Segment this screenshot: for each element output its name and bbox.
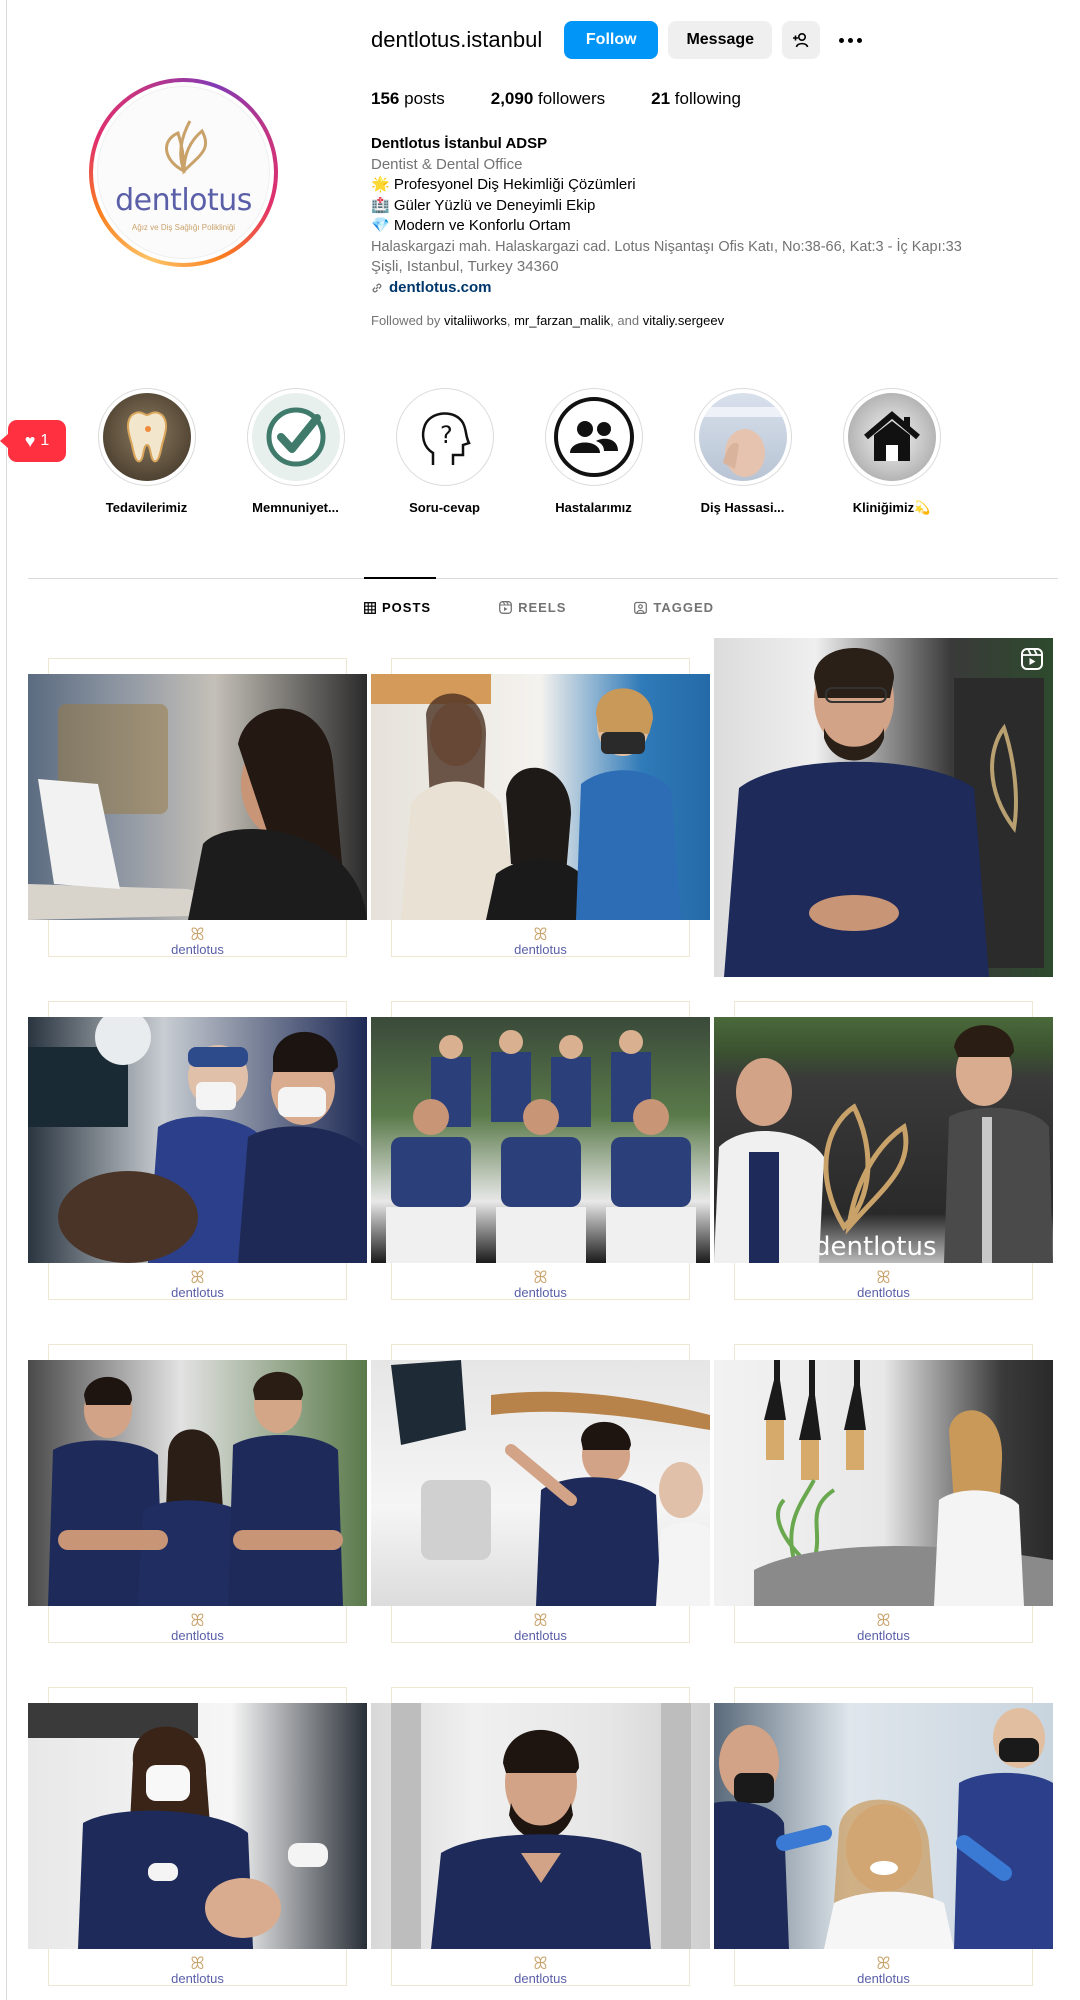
highlight-label: Memnuniyet... (252, 500, 339, 515)
more-options-icon[interactable] (830, 21, 870, 59)
lotus-leaf-icon (165, 120, 208, 175)
active-tab-indicator (364, 577, 436, 579)
post-tile[interactable]: ꕤ dentlotus (28, 1324, 367, 1663)
post-photo (28, 674, 367, 920)
story-highlights: Tedavilerimiz Memnuniyet... ? Soru-cevap… (72, 388, 966, 516)
post-logo: ꕤ dentlotus (514, 925, 567, 957)
checkmark-icon (251, 393, 340, 481)
bio-link[interactable]: dentlotus.com (371, 278, 1051, 299)
post-photo (371, 1017, 710, 1263)
following-stat[interactable]: 21 following (651, 89, 741, 109)
avatar-brand-text: dentlotus (115, 183, 252, 218)
avatar-logo: dentlotus Ağız ve Diş Sağlığı Polikliniğ… (97, 86, 270, 259)
add-person-icon (793, 32, 809, 48)
profile-avatar[interactable]: dentlotus Ağız ve Diş Sağlığı Polikliniğ… (89, 78, 278, 267)
post-photo (714, 638, 1053, 977)
suggested-users-button[interactable] (782, 21, 821, 59)
post-photo (28, 1009, 367, 1263)
post-tile[interactable]: ꕤ dentlotus (714, 1324, 1053, 1663)
question-head-icon: ? (400, 393, 489, 481)
avatar-subtitle: Ağız ve Diş Sağlığı Polikliniği (131, 223, 236, 232)
reels-icon (499, 601, 513, 614)
post-tile[interactable]: ꕤ dentlotus (371, 1667, 710, 2000)
highlight-label: Diş Hassasi... (700, 500, 785, 515)
tab-tagged[interactable]: TAGGED (634, 600, 714, 615)
post-logo: ꕤ dentlotus (857, 1611, 910, 1643)
post-logo: ꕤ dentlotus (514, 1954, 567, 1986)
highlight-hastalarimiz[interactable]: Hastalarımız (519, 388, 668, 516)
profile-stats: 156 posts 2,090 followers 21 following (371, 89, 787, 109)
post-logo: ꕤ dentlotus (514, 1268, 567, 1300)
post-logo: ꕤ dentlotus (171, 1268, 224, 1300)
heart-icon: ♥ (24, 430, 36, 451)
post-photo (371, 674, 710, 920)
post-photo (371, 1703, 710, 1949)
link-icon (372, 283, 382, 293)
profile-header: dentlotus Ağız ve Diş Sağlığı Polikliniğ… (0, 0, 1080, 370)
post-photo: dentlotus (714, 1017, 1053, 1263)
highlight-klinigimiz[interactable]: Kliniğimiz💫 (817, 388, 966, 516)
highlight-label: Hastalarımız (555, 500, 632, 515)
profile-actions: dentlotus.istanbul Follow Message (371, 20, 870, 60)
post-tile[interactable]: ꕤ dentlotus (714, 1667, 1053, 2000)
tagged-icon (634, 601, 648, 614)
followed-by[interactable]: Followed by vitaliiworks, mr_farzan_mali… (371, 313, 724, 328)
posts-stat: 156 posts (371, 89, 445, 108)
bio-line: 🌟 Profesyonel Diş Hekimliği Çözümleri (371, 176, 636, 193)
bio-address-city: Şişli, Istanbul, Turkey 34360 (371, 258, 559, 275)
follow-button[interactable]: Follow (564, 21, 659, 59)
profile-bio: Dentlotus İstanbul ADSP Dentist & Dental… (371, 134, 1051, 298)
post-logo: ꕤ dentlotus (857, 1954, 910, 1986)
bio-line: 🏥 Güler Yüzlü ve Deneyimli Ekip (371, 196, 596, 214)
highlight-label: Kliniğimiz💫 (852, 500, 931, 515)
post-photo (371, 1360, 710, 1606)
bio-address: Halaskargazi mah. Halaskargazi cad. Lotu… (371, 238, 962, 255)
people-icon (549, 393, 638, 481)
profile-tabs: POSTS REELS TAGGED (364, 600, 782, 615)
highlight-tedavilerimiz[interactable]: Tedavilerimiz (72, 388, 221, 516)
post-tile[interactable]: ꕤ dentlotus (371, 981, 710, 1320)
tab-reels[interactable]: REELS (499, 600, 566, 615)
post-photo (714, 1360, 1053, 1606)
highlight-soru-cevap[interactable]: ? Soru-cevap (370, 388, 519, 516)
tooth-icon (102, 393, 191, 481)
followers-stat[interactable]: 2,090 followers (491, 89, 605, 109)
post-logo: ꕤ dentlotus (171, 925, 224, 957)
highlight-label: Soru-cevap (409, 500, 480, 515)
profile-username: dentlotus.istanbul (371, 27, 543, 52)
highlight-memnuniyet[interactable]: Memnuniyet... (221, 388, 370, 516)
message-button[interactable]: Message (668, 21, 773, 59)
grid-icon (364, 601, 376, 614)
post-photo (28, 1703, 367, 1949)
post-photo (714, 1703, 1053, 1949)
reel-indicator-icon (1021, 648, 1043, 670)
bio-category: Dentist & Dental Office (371, 155, 523, 173)
post-tile[interactable]: ꕤ dentlotus (28, 1667, 367, 2000)
tab-posts[interactable]: POSTS (364, 600, 431, 615)
post-tile-reel[interactable] (714, 638, 1053, 977)
notification-badge[interactable]: ♥ 1 (0, 420, 66, 462)
post-logo: ꕤ dentlotus (857, 1268, 910, 1300)
post-photo (28, 1360, 367, 1606)
bio-name: Dentlotus İstanbul ADSP (371, 135, 548, 152)
house-icon (847, 393, 936, 481)
highlight-label: Tedavilerimiz (105, 500, 188, 515)
svg-text:dentlotus: dentlotus (814, 1232, 937, 1262)
post-tile[interactable]: ꕤ dentlotus (371, 638, 710, 977)
highlight-dis-hassasiyeti[interactable]: Diş Hassasi... (668, 388, 817, 516)
post-tile[interactable]: ꕤ dentlotus (28, 981, 367, 1320)
post-tile[interactable]: ꕤ dentlotus (371, 1324, 710, 1663)
post-logo: ꕤ dentlotus (514, 1611, 567, 1643)
patient-photo (698, 393, 787, 481)
post-tile[interactable]: ꕤ dentlotus (28, 638, 367, 977)
post-tile[interactable]: dentlotus ꕤ dentlotus (714, 981, 1053, 1320)
svg-text:?: ? (440, 421, 453, 449)
bio-line: 💎 Modern ve Konforlu Ortam (371, 217, 571, 234)
tabs-divider (28, 578, 1058, 579)
post-logo: ꕤ dentlotus (171, 1954, 224, 1986)
post-logo: ꕤ dentlotus (171, 1611, 224, 1643)
